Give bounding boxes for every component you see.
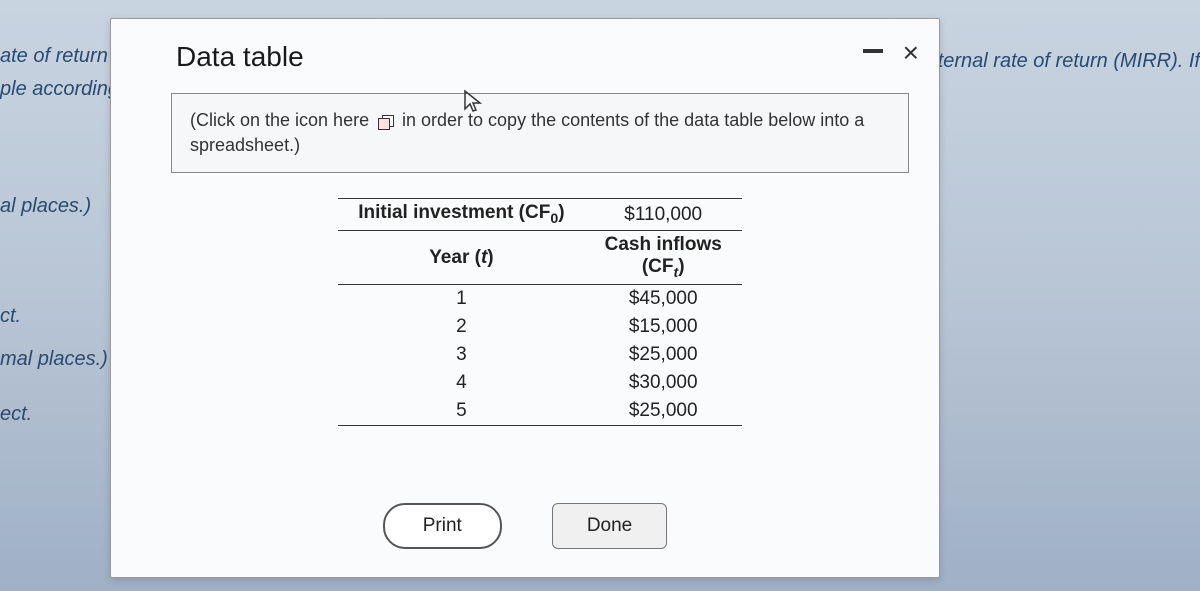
cash-inflows-header: Cash inflows (CFt): [585, 231, 742, 285]
cashflow-data-table: Initial investment (CF0) $110,000 Year (…: [338, 198, 742, 426]
table-row: 4 $30,000: [338, 369, 742, 397]
close-button[interactable]: ×: [903, 39, 919, 67]
done-button[interactable]: Done: [552, 503, 667, 549]
instruction-text-pre: (Click on the icon here: [190, 110, 369, 130]
cashflow-cell: $25,000: [585, 341, 742, 369]
year-cell: 3: [338, 341, 584, 369]
cashflow-cell: $25,000: [585, 397, 742, 426]
copy-to-spreadsheet-icon[interactable]: [378, 115, 394, 129]
modal-body: (Click on the icon here in order to copy…: [111, 83, 939, 446]
year-cell: 4: [338, 369, 584, 397]
modal-window-controls: ×: [863, 39, 919, 67]
table-row: 5 $25,000: [338, 397, 742, 426]
table-row: 1 $45,000: [338, 284, 742, 313]
minimize-button[interactable]: [863, 49, 883, 53]
modal-overlay: Data table × (Click on the icon here in …: [0, 0, 1200, 591]
table-row: 3 $25,000: [338, 341, 742, 369]
cashflow-cell: $30,000: [585, 369, 742, 397]
modal-header: Data table ×: [111, 19, 939, 83]
initial-investment-value: $110,000: [585, 199, 742, 231]
cashflow-cell: $45,000: [585, 284, 742, 313]
modal-footer: Print Done: [111, 503, 939, 549]
table-row-subheader: Year (t) Cash inflows (CFt): [338, 231, 742, 285]
cashflow-cell: $15,000: [585, 313, 742, 341]
table-row: 2 $15,000: [338, 313, 742, 341]
modal-title: Data table: [176, 41, 909, 73]
cursor-pointer-icon: [463, 89, 485, 122]
year-cell: 5: [338, 397, 584, 426]
instruction-box: (Click on the icon here in order to copy…: [171, 93, 909, 173]
data-table-modal: Data table × (Click on the icon here in …: [110, 18, 940, 578]
data-table-container: Initial investment (CF0) $110,000 Year (…: [171, 198, 909, 426]
year-cell: 1: [338, 284, 584, 313]
year-cell: 2: [338, 313, 584, 341]
initial-investment-label: Initial investment (CF0): [338, 199, 584, 231]
table-row-initial-investment: Initial investment (CF0) $110,000: [338, 199, 742, 231]
year-header: Year (t): [338, 231, 584, 285]
print-button[interactable]: Print: [383, 503, 502, 549]
